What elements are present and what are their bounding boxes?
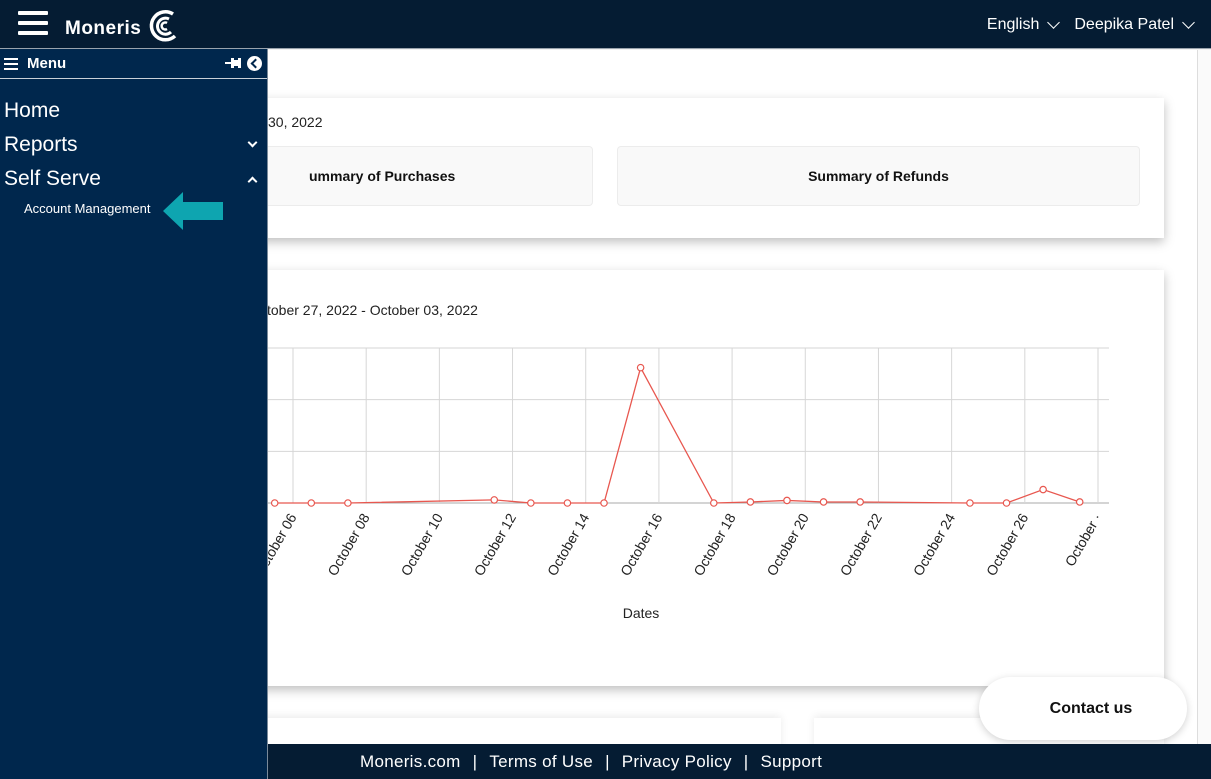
sidebar-item-label: Reports [4, 133, 78, 156]
footer-link-terms[interactable]: Terms of Use [489, 752, 593, 772]
chevron-up-icon [247, 176, 258, 187]
data-point [490, 496, 499, 504]
annotation-arrow-icon [163, 192, 223, 230]
x-tick-label: October 14 [544, 510, 593, 578]
sidebar-item-label: Home [4, 99, 61, 122]
menu-header: Menu [0, 49, 267, 79]
contact-us-label: Contact us [1049, 699, 1133, 717]
footer-link-privacy[interactable]: Privacy Policy [622, 752, 732, 772]
footer-link-moneris[interactable]: Moneris.com [360, 752, 461, 772]
sidebar-subitem-label: Account Management [24, 201, 151, 216]
sidebar-item-home[interactable]: Home [4, 99, 264, 123]
data-point [746, 498, 755, 506]
x-tick-label: October 22 [837, 510, 886, 578]
data-point [709, 499, 718, 507]
sidebar-subitem-account-management[interactable]: Account Management [24, 201, 150, 216]
sidebar-item-reports[interactable]: Reports [4, 133, 264, 157]
data-point [270, 499, 279, 507]
chevron-down-icon [247, 137, 258, 148]
footer-separator: | [472, 751, 478, 771]
data-point [563, 499, 572, 507]
sidebar-menu: Menu Home Reports Self Serve Account Man… [0, 49, 268, 779]
x-tick-label: October 12 [471, 510, 520, 578]
collapse-sidebar-icon[interactable] [247, 56, 262, 71]
x-tick-label: October 10 [397, 510, 446, 578]
series-line [274, 365, 1080, 504]
x-tick-label: October 26 [983, 510, 1032, 578]
menu-title: Menu [27, 55, 67, 72]
footer-separator: | [743, 751, 749, 771]
data-point [1039, 485, 1047, 494]
data-point [344, 499, 352, 507]
footer-link-support[interactable]: Support [761, 752, 823, 772]
x-tick-label: October 18 [690, 510, 739, 578]
footer: Moneris.com | Terms of Use | Privacy Pol… [268, 744, 1211, 779]
contact-us-button[interactable]: Contact us [979, 677, 1187, 740]
sidebar-item-self-serve[interactable]: Self Serve [4, 167, 264, 191]
data-point [1002, 499, 1011, 507]
x-axis-label: Dates [623, 605, 660, 621]
x-tick-label: October 08 [324, 510, 373, 578]
sidebar-item-label: Self Serve [4, 167, 101, 190]
data-point [783, 496, 791, 505]
data-point [856, 498, 864, 506]
data-point [307, 499, 316, 507]
x-tick-label: October 20 [763, 510, 812, 578]
data-point [819, 498, 828, 506]
data-point [1075, 498, 1084, 506]
footer-separator: | [605, 751, 610, 771]
x-tick-label: October · [1062, 511, 1105, 570]
data-point [600, 499, 608, 507]
menu-list-icon [4, 55, 18, 73]
data-point [966, 499, 974, 507]
pin-icon[interactable] [225, 56, 241, 70]
data-point [527, 499, 535, 507]
data-point [636, 363, 645, 372]
x-tick-label: October 24 [910, 510, 959, 578]
x-tick-label: October 16 [617, 510, 666, 578]
